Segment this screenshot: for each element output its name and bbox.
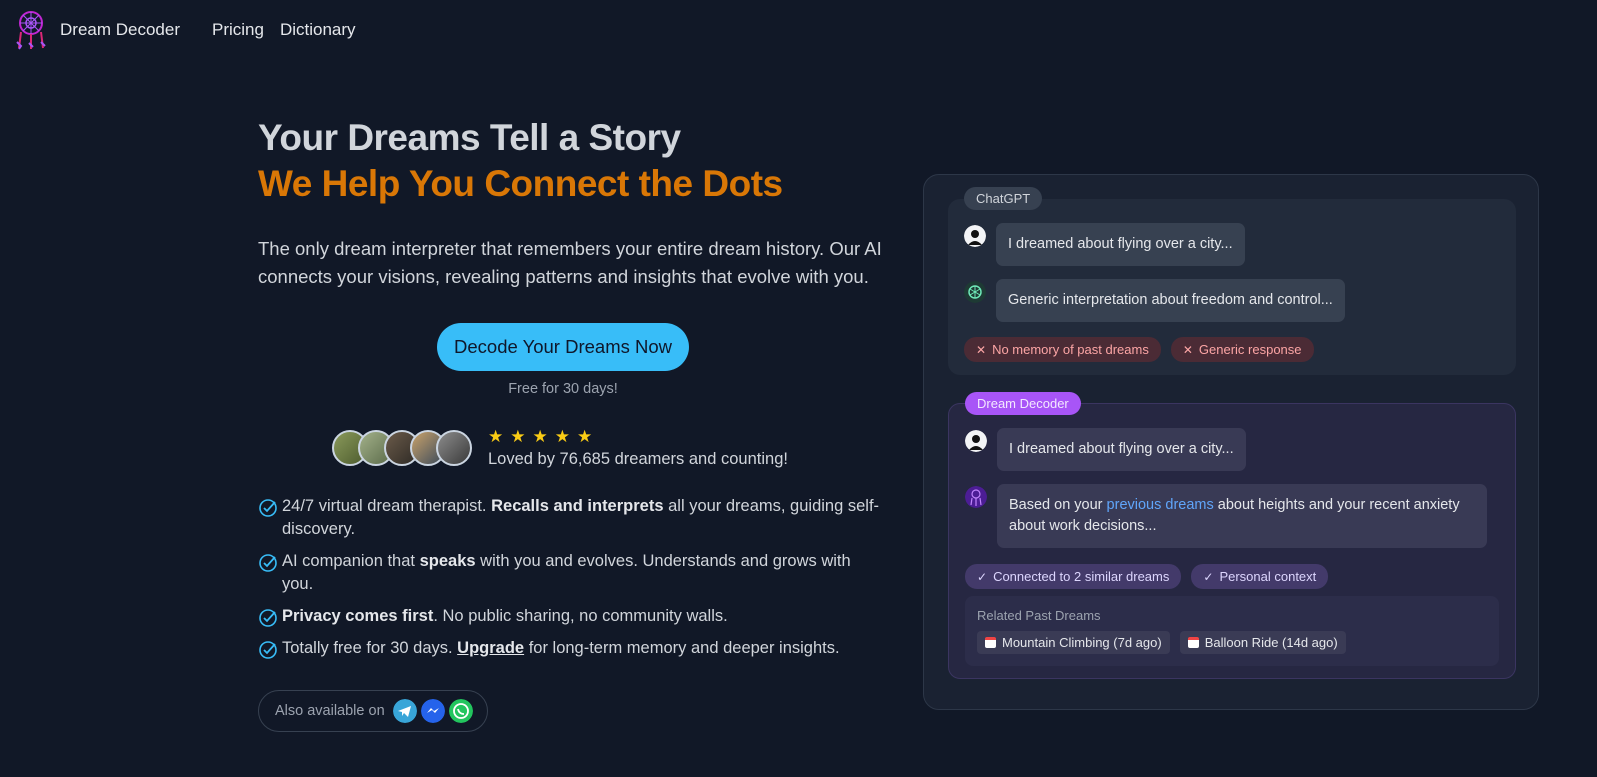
social-proof: ★★★★★ Loved by 76,685 dreamers and count… xyxy=(332,427,898,469)
user-message-bubble: I dreamed about flying over a city... xyxy=(997,428,1246,471)
x-icon: ✕ xyxy=(976,342,987,357)
check-circle-icon xyxy=(259,609,277,627)
dreamcatcher-avatar-icon xyxy=(965,486,987,508)
decode-dreams-button[interactable]: Decode Your Dreams Now xyxy=(437,323,689,371)
chatgpt-chips: ✕ No memory of past dreams ✕ Generic respo… xyxy=(964,337,1324,362)
dream-decoder-box: Dream Decoder I dreamed about flying ove… xyxy=(948,392,1516,679)
dream-decoder-tag: Dream Decoder xyxy=(965,392,1081,415)
hero-section: Your Dreams Tell a Story We Help You Con… xyxy=(258,115,898,732)
chip-no-memory: ✕ No memory of past dreams xyxy=(964,337,1161,362)
ai-message: Generic interpretation about freedom and… xyxy=(964,279,1345,322)
dreamcatcher-logo-icon[interactable] xyxy=(14,10,48,50)
messenger-icon[interactable] xyxy=(420,699,445,723)
whatsapp-icon[interactable] xyxy=(448,699,473,723)
user-message-bubble: I dreamed about flying over a city... xyxy=(996,223,1245,266)
x-icon: ✕ xyxy=(1182,342,1193,357)
check-icon: ✓ xyxy=(977,569,988,584)
related-dream-item[interactable]: Mountain Climbing (7d ago) xyxy=(977,631,1170,654)
chatgpt-box: ChatGPT I dreamed about flying over a ci… xyxy=(948,187,1516,375)
cta-note: Free for 30 days! xyxy=(508,381,618,397)
hero-lead: The only dream interpreter that remember… xyxy=(258,238,882,287)
hero-title-line1: Your Dreams Tell a Story xyxy=(258,117,681,158)
hero-title-line2: We Help You Connect the Dots xyxy=(258,163,783,204)
ai-message-bubble: Generic interpretation about freedom and… xyxy=(996,279,1345,322)
nav-link-dictionary[interactable]: Dictionary xyxy=(280,20,356,40)
telegram-icon[interactable] xyxy=(392,699,417,723)
chatgpt-logo-icon xyxy=(964,281,986,303)
ai-message: Based on your previous dreams about heig… xyxy=(965,484,1487,548)
feature-item: AI companion that speaks with you and ev… xyxy=(258,550,883,596)
related-list: Mountain Climbing (7d ago) Balloon Ride … xyxy=(977,631,1487,654)
check-circle-icon xyxy=(259,554,277,572)
calendar-icon xyxy=(985,637,996,648)
related-title: Related Past Dreams xyxy=(977,608,1101,623)
user-avatar-icon xyxy=(964,225,986,247)
cta-wrap: Decode Your Dreams Now Free for 30 days! xyxy=(258,323,868,397)
social-text: ★★★★★ Loved by 76,685 dreamers and count… xyxy=(488,427,788,469)
ai-message-bubble: Based on your previous dreams about heig… xyxy=(997,484,1487,548)
chip-personal-context: ✓ Personal context xyxy=(1191,564,1329,589)
feature-text: 24/7 virtual dream therapist. Recalls an… xyxy=(282,497,880,538)
user-message: I dreamed about flying over a city... xyxy=(965,428,1246,471)
rating-stars: ★★★★★ xyxy=(488,427,600,446)
feature-text: Totally free for 30 days. Upgrade for lo… xyxy=(282,639,840,657)
loved-by-text: Loved by 76,685 dreamers and counting! xyxy=(488,450,788,468)
user-message: I dreamed about flying over a city... xyxy=(964,223,1245,266)
user-avatars xyxy=(332,430,472,466)
feature-text: Privacy comes first. No public sharing, … xyxy=(282,607,728,625)
top-nav: Dream Decoder Pricing Dictionary xyxy=(0,0,372,60)
calendar-icon xyxy=(1187,637,1199,648)
brand-name[interactable]: Dream Decoder xyxy=(60,20,180,40)
also-available-bar: Also available on xyxy=(258,690,488,732)
check-icon: ✓ xyxy=(1203,569,1214,584)
feature-list: 24/7 virtual dream therapist. Recalls an… xyxy=(258,495,883,660)
nav-link-pricing[interactable]: Pricing xyxy=(212,20,264,40)
upgrade-link[interactable]: Upgrade xyxy=(457,639,524,657)
related-dream-item[interactable]: Balloon Ride (14d ago) xyxy=(1179,631,1346,654)
feature-item: Totally free for 30 days. Upgrade for lo… xyxy=(258,637,883,660)
feature-text: AI companion that speaks with you and ev… xyxy=(282,552,851,593)
previous-dreams-link[interactable]: previous dreams xyxy=(1107,497,1214,513)
comparison-panel: ChatGPT I dreamed about flying over a ci… xyxy=(923,174,1539,710)
check-circle-icon xyxy=(259,499,277,517)
dream-decoder-chips: ✓ Connected to 2 similar dreams ✓ Personal… xyxy=(965,564,1338,589)
feature-item: 24/7 virtual dream therapist. Recalls an… xyxy=(258,495,883,541)
chip-generic: ✕ Generic response xyxy=(1170,337,1314,362)
chatgpt-tag: ChatGPT xyxy=(964,187,1043,210)
chip-connected: ✓ Connected to 2 similar dreams xyxy=(965,564,1182,589)
check-circle-icon xyxy=(259,641,277,659)
user-avatar-icon xyxy=(965,430,987,452)
feature-item: Privacy comes first. No public sharing, … xyxy=(258,605,883,628)
avatar xyxy=(436,430,472,466)
also-available-label: Also available on xyxy=(275,703,385,719)
related-past-dreams: Related Past Dreams Mountain Climbing (7… xyxy=(965,596,1499,666)
